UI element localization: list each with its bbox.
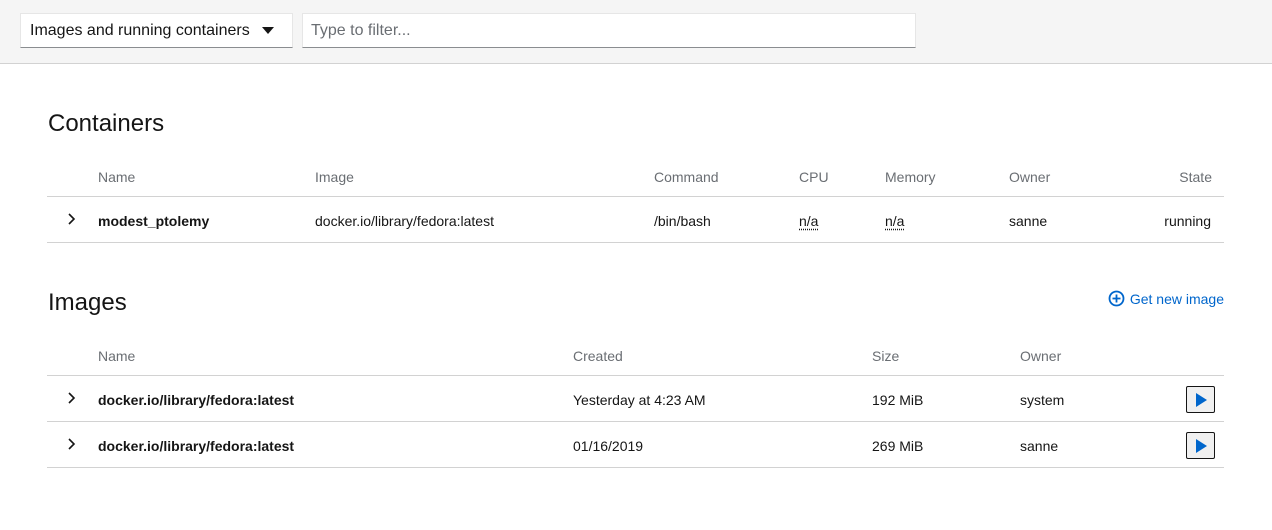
container-name: modest_ptolemy bbox=[98, 213, 210, 229]
caret-down-icon bbox=[262, 27, 274, 34]
containers-table-header: Name Image Command CPU Memory Owner Stat… bbox=[47, 152, 1224, 197]
container-image: docker.io/library/fedora:latest bbox=[315, 213, 494, 229]
image-owner: sanne bbox=[1020, 438, 1059, 454]
get-new-image-label: Get new image bbox=[1129, 290, 1224, 307]
container-command: /bin/bash bbox=[654, 213, 711, 229]
image-size: 269 MiB bbox=[872, 438, 924, 454]
column-header-size: Size bbox=[872, 348, 900, 364]
plus-circle-icon bbox=[1108, 290, 1125, 307]
play-icon bbox=[1196, 392, 1207, 407]
image-name: docker.io/library/fedora:latest bbox=[98, 392, 295, 408]
view-select-value: Images and running containers bbox=[30, 21, 250, 39]
view-select[interactable]: Images and running containers bbox=[20, 13, 293, 48]
images-table: Name Created Size Owner docker.io/librar… bbox=[47, 331, 1224, 468]
images-table-header: Name Created Size Owner bbox=[47, 331, 1224, 376]
column-header-state: State bbox=[1179, 169, 1212, 185]
container-memory: n/a bbox=[885, 213, 905, 229]
filter-input[interactable] bbox=[302, 13, 916, 48]
play-icon bbox=[1196, 438, 1207, 453]
image-name: docker.io/library/fedora:latest bbox=[98, 438, 295, 454]
image-created: 01/16/2019 bbox=[573, 438, 644, 454]
column-header-owner: Owner bbox=[1009, 169, 1051, 185]
column-header-cpu: CPU bbox=[799, 169, 829, 185]
container-state: running bbox=[1164, 213, 1211, 229]
column-header-memory: Memory bbox=[885, 169, 936, 185]
column-header-name: Name bbox=[98, 348, 136, 364]
image-created: Yesterday at 4:23 AM bbox=[573, 392, 706, 408]
image-size: 192 MiB bbox=[872, 392, 924, 408]
images-title: Images bbox=[48, 289, 127, 316]
container-cpu: n/a bbox=[799, 213, 819, 229]
get-new-image-link[interactable]: Get new image bbox=[1108, 290, 1224, 307]
filter-toolbar: Images and running containers bbox=[0, 0, 1272, 64]
table-row[interactable]: docker.io/library/fedora:latest 01/16/20… bbox=[47, 422, 1224, 468]
column-header-name: Name bbox=[98, 169, 136, 185]
container-owner: sanne bbox=[1009, 213, 1048, 229]
run-image-button[interactable] bbox=[1186, 386, 1215, 413]
table-row[interactable]: modest_ptolemy docker.io/library/fedora:… bbox=[47, 197, 1224, 243]
expand-chevron-icon[interactable] bbox=[61, 434, 81, 454]
image-owner: system bbox=[1020, 392, 1065, 408]
column-header-command: Command bbox=[654, 169, 719, 185]
column-header-owner: Owner bbox=[1020, 348, 1062, 364]
run-image-button[interactable] bbox=[1186, 432, 1215, 459]
column-header-created: Created bbox=[573, 348, 623, 364]
column-header-image: Image bbox=[315, 169, 354, 185]
containers-table: Name Image Command CPU Memory Owner Stat… bbox=[47, 152, 1224, 243]
expand-chevron-icon[interactable] bbox=[61, 209, 81, 229]
containers-title: Containers bbox=[48, 110, 165, 137]
table-row[interactable]: docker.io/library/fedora:latest Yesterda… bbox=[47, 376, 1224, 422]
expand-chevron-icon[interactable] bbox=[61, 388, 81, 408]
